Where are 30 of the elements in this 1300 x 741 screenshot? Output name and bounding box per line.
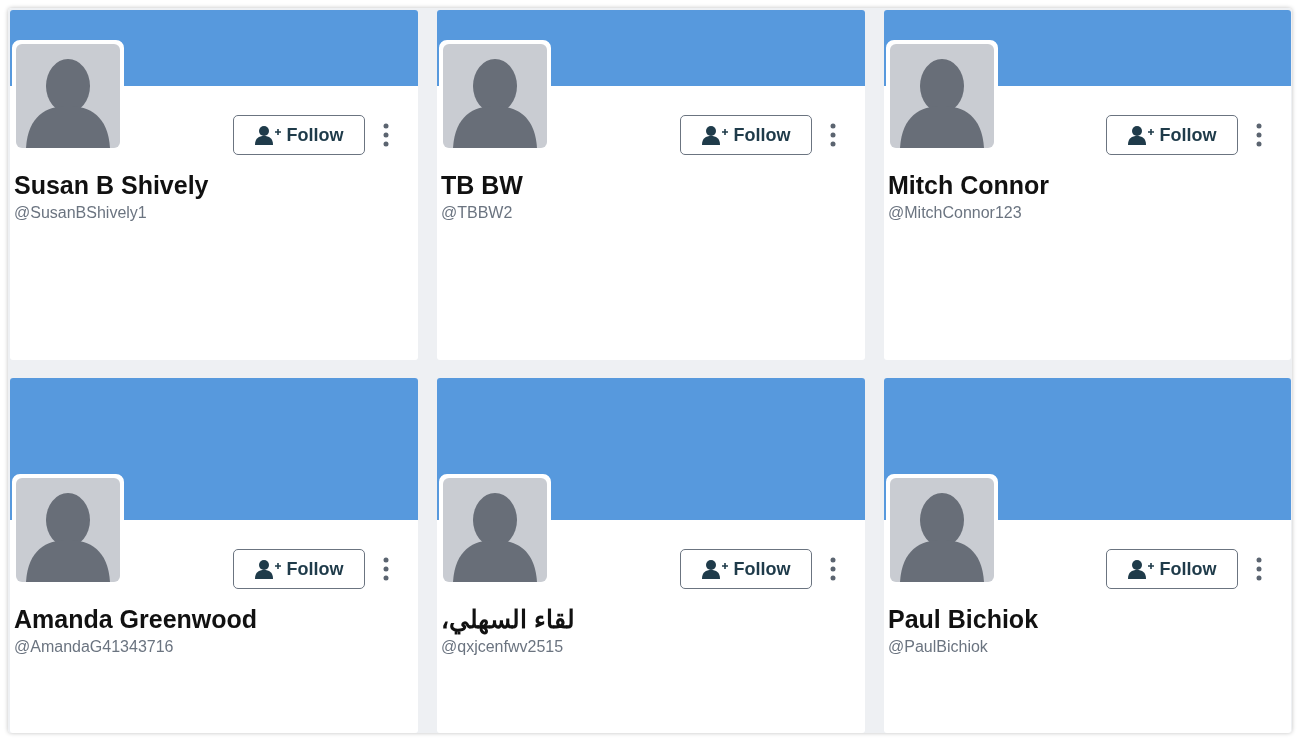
- display-name: لقاء السهلي،: [441, 604, 576, 634]
- user-handle: @PaulBichiok: [888, 638, 989, 656]
- more-icon[interactable]: [830, 557, 836, 581]
- add-person-icon: [254, 125, 281, 145]
- follow-button[interactable]: Follow: [233, 115, 365, 155]
- display-name: Amanda Greenwood: [14, 604, 259, 634]
- more-icon[interactable]: [1256, 557, 1262, 581]
- add-person-icon: [254, 559, 281, 579]
- follow-button[interactable]: Follow: [1106, 115, 1238, 155]
- user-handle: @TBBW2: [441, 204, 514, 222]
- user-handle: @SusanBShively1: [14, 204, 148, 222]
- user-handle: @qxjcenfwv2515: [441, 638, 565, 656]
- display-name: TB BW: [441, 170, 524, 200]
- follow-button[interactable]: Follow: [233, 549, 365, 589]
- more-icon[interactable]: [830, 123, 836, 147]
- add-person-icon: [1127, 559, 1154, 579]
- follow-button[interactable]: Follow: [1106, 549, 1238, 589]
- more-icon[interactable]: [383, 557, 389, 581]
- display-name: Susan B Shively: [14, 170, 210, 200]
- follow-button[interactable]: Follow: [680, 115, 812, 155]
- follow-button[interactable]: Follow: [680, 549, 812, 589]
- more-icon[interactable]: [1256, 123, 1262, 147]
- add-person-icon: [701, 125, 728, 145]
- add-person-icon: [701, 559, 728, 579]
- display-name: Mitch Connor: [888, 170, 1051, 200]
- display-name: Paul Bichiok: [888, 604, 1040, 634]
- user-handle: @AmandaG41343716: [14, 638, 175, 656]
- add-person-icon: [1127, 125, 1154, 145]
- more-icon[interactable]: [383, 123, 389, 147]
- user-handle: @MitchConnor123: [888, 204, 1023, 222]
